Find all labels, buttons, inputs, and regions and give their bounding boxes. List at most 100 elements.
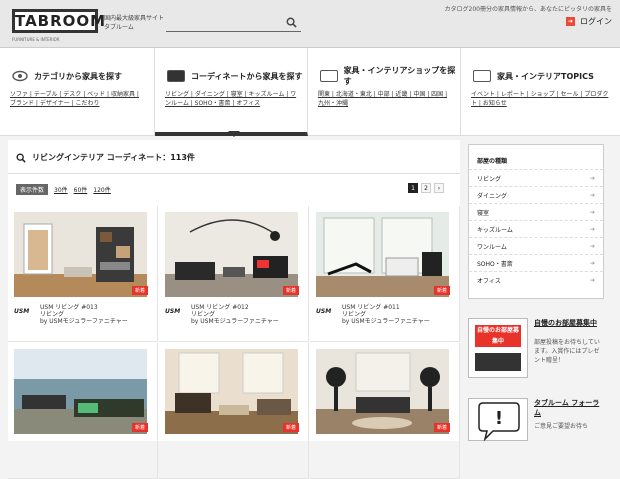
- chevron-right-icon: ➔: [589, 191, 595, 199]
- chevron-right-icon: ➔: [589, 174, 595, 182]
- sidebar-item-soho[interactable]: SOHO・書斎 ➔: [469, 254, 603, 271]
- logo-subtitle: FURNITURE & INTERIOR: [12, 37, 60, 42]
- new-badge: 新着: [282, 286, 299, 295]
- card-caption: USM リビング #012 リビング by USMモジュラーファニチャー: [191, 304, 279, 325]
- coordinate-card[interactable]: 新着: [310, 343, 460, 479]
- results-title: リビングインテリア コーディネート：113件: [32, 153, 195, 162]
- tab-coordinate-links[interactable]: リビング | ダイニング | 寝室 | キッズルーム | ワンルーム | SOH…: [155, 88, 307, 108]
- card-category: リビング: [191, 311, 216, 318]
- tab-shop-links[interactable]: 関東 | 北海道・東北 | 中部 | 近畿 | 中国 | 四国 | 九州・沖縄: [308, 88, 460, 108]
- coordinate-card[interactable]: 新着 USM USM リビング #013 リビング by USMモジュラーファニ…: [8, 206, 158, 342]
- card-title[interactable]: USM リビング #011: [342, 304, 430, 311]
- site-logo[interactable]: TABROOM: [12, 9, 105, 33]
- tab-coordinate-label: コーディネートから家具を探す: [191, 71, 303, 81]
- room-photo[interactable]: [165, 212, 298, 297]
- sidebar-item-kids[interactable]: キッズルーム ➔: [469, 220, 603, 237]
- promo-title[interactable]: 自慢のお部屋募集中: [534, 318, 597, 328]
- active-tab-arrow: [228, 131, 240, 137]
- eye-icon: [12, 70, 28, 82]
- room-photo[interactable]: [165, 349, 298, 434]
- topics-icon: [473, 70, 491, 82]
- card-category: リビング: [342, 311, 367, 318]
- card-caption: USM リビング #011 リビング by USMモジュラーファニチャー: [342, 304, 430, 325]
- tab-category[interactable]: カテゴリから家具を探す ソファ | テーブル | デスク | ベッド | 収納家…: [0, 48, 155, 136]
- tab-topics-links[interactable]: イベント | レポート | ショップ | セール | プロダクト | お知らせ: [461, 88, 620, 108]
- card-author: by USMモジュラーファニチャー: [342, 318, 430, 325]
- tab-shop[interactable]: 家具・インテリアショップを探す 関東 | 北海道・東北 | 中部 | 近畿 | …: [308, 48, 461, 136]
- room-photo[interactable]: [14, 349, 147, 434]
- coordinate-card[interactable]: 新着 USM USM リビング #011 リビング by USMモジュラーファニ…: [310, 206, 460, 342]
- login-arrow-icon: ➜: [566, 17, 575, 26]
- search-icon[interactable]: [286, 17, 297, 28]
- shop-icon: [320, 70, 338, 82]
- promo-room-contest[interactable]: 自慢のお部屋募集中 自慢のお部屋募集中 部屋投稿をお待ちしています。入賞作にはプ…: [468, 318, 604, 378]
- pagination: 1 2 ›: [408, 183, 444, 193]
- promo-title[interactable]: タブルーム フォーラム: [534, 398, 604, 418]
- tab-category-links[interactable]: ソファ | テーブル | デスク | ベッド | 収納家具 | ブランド | デ…: [0, 88, 154, 108]
- coordinate-card[interactable]: 新着: [8, 343, 158, 479]
- coordinate-card[interactable]: 新着 USM USM リビング #012 リビング by USMモジュラーファニ…: [159, 206, 309, 342]
- promo-text: 部屋投稿をお待ちしています。入賞作にはプレゼント贈呈！: [534, 339, 600, 364]
- search-nav-tabs: カテゴリから家具を探す ソファ | テーブル | デスク | ベッド | 収納家…: [0, 48, 620, 136]
- tab-topics-label: 家具・インテリアTOPICS: [497, 71, 594, 81]
- login-button[interactable]: ➜ ログイン: [566, 16, 612, 27]
- new-badge: 新着: [131, 423, 148, 432]
- tab-topics[interactable]: 家具・インテリアTOPICS イベント | レポート | ショップ | セール …: [461, 48, 620, 136]
- sidebar-item-dining[interactable]: ダイニング ➔: [469, 186, 603, 203]
- promo-text: ご意見ご要望お待ち: [534, 423, 589, 430]
- sidebar-item-bedroom[interactable]: 寝室 ➔: [469, 203, 603, 220]
- tab-shop-label: 家具・インテリアショップを探す: [343, 66, 456, 86]
- speech-bubble-icon: !: [478, 402, 520, 442]
- sort-bar: 表示件数 30件 60件 120件 1 2 ›: [16, 183, 452, 195]
- page-2[interactable]: 2: [421, 183, 431, 193]
- header-tagline: カタログ200冊分の家具情報から、あなたにピッタリの家具を: [444, 6, 612, 13]
- card-title[interactable]: USM リビング #013: [40, 304, 128, 311]
- card-title[interactable]: USM リビング #012: [191, 304, 279, 311]
- sort-label: 表示件数: [16, 183, 49, 195]
- sort-30[interactable]: 30件: [54, 185, 68, 194]
- login-label: ログイン: [580, 17, 612, 26]
- page-next[interactable]: ›: [434, 183, 444, 193]
- chevron-right-icon: ➔: [589, 208, 595, 216]
- site-header: TABROOM FURNITURE & INTERIOR 国内最大級家具サイト …: [0, 0, 620, 48]
- sort-120[interactable]: 120件: [93, 185, 110, 194]
- tab-category-label: カテゴリから家具を探す: [34, 71, 122, 81]
- exclamation-mark: !: [495, 408, 503, 429]
- chevron-right-icon: ➔: [589, 225, 595, 233]
- chevron-right-icon: ➔: [589, 276, 595, 284]
- room-photo[interactable]: [14, 212, 147, 297]
- promo-forum[interactable]: ! タブルーム フォーラム ご意見ご要望お待ち: [468, 398, 604, 442]
- sidebar-item-oneroom[interactable]: ワンルーム ➔: [469, 237, 603, 254]
- promo-image[interactable]: 自慢のお部屋募集中: [468, 318, 528, 378]
- divider: [8, 173, 460, 174]
- sidebar-item-living[interactable]: リビング ➔: [469, 169, 603, 186]
- new-badge: 新着: [131, 286, 148, 295]
- page-1[interactable]: 1: [408, 183, 418, 193]
- coordinate-card[interactable]: 新着: [159, 343, 309, 479]
- brand-logo: USM: [316, 308, 332, 315]
- tab-coordinate[interactable]: コーディネートから家具を探す リビング | ダイニング | 寝室 | キッズルー…: [155, 48, 308, 136]
- brand-logo: USM: [165, 308, 181, 315]
- promo-pic-label: 自慢のお部屋募集中: [475, 325, 521, 347]
- search-icon: [16, 153, 26, 163]
- chevron-right-icon: ➔: [589, 242, 595, 250]
- card-author: by USMモジュラーファニチャー: [191, 318, 279, 325]
- results-panel: リビングインテリア コーディネート：113件 表示件数 30件 60件 120件…: [8, 140, 460, 479]
- card-author: by USMモジュラーファニチャー: [40, 318, 128, 325]
- card-caption: USM リビング #013 リビング by USMモジュラーファニチャー: [40, 304, 128, 325]
- search-input[interactable]: [166, 14, 301, 32]
- new-badge: 新着: [433, 423, 450, 432]
- sidebar-item-office[interactable]: オフィス ➔: [469, 271, 603, 288]
- chevron-right-icon: ➔: [589, 259, 595, 267]
- new-badge: 新着: [433, 286, 450, 295]
- sort-60[interactable]: 60件: [74, 185, 88, 194]
- forum-image[interactable]: !: [468, 398, 528, 442]
- sidebar-title: 部屋の種類: [477, 158, 508, 165]
- room-type-sidebar: 部屋の種類 リビング ➔ ダイニング ➔ 寝室 ➔ キッズルーム ➔ ワンルーム ➔ SO…: [468, 144, 604, 299]
- room-photo[interactable]: [316, 212, 449, 297]
- room-sketch: [475, 353, 521, 371]
- coordinate-icon: [167, 70, 185, 82]
- brand-logo: USM: [14, 308, 30, 315]
- site-description: 国内最大級家具サイト タブルーム: [104, 15, 165, 31]
- room-photo[interactable]: [316, 349, 449, 434]
